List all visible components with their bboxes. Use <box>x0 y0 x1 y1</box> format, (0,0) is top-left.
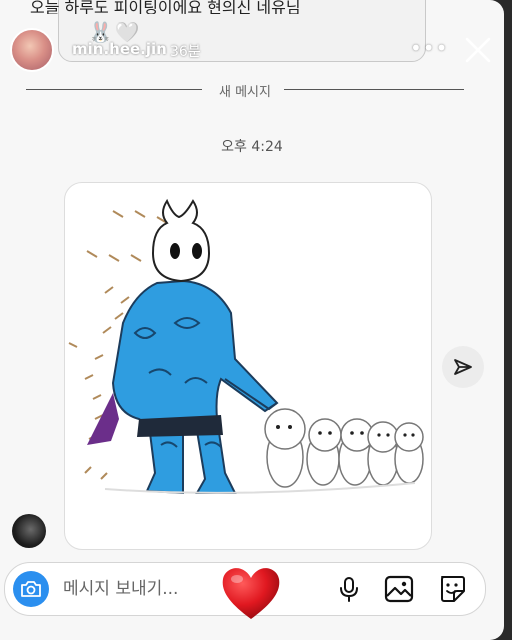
story-caption: 오늘 하루도 피이팅이에요 현의신 네유님 <box>30 0 301 14</box>
share-button[interactable] <box>442 346 484 388</box>
image-message[interactable] <box>64 182 432 550</box>
avatar[interactable] <box>10 28 54 72</box>
username[interactable]: min.hee.jin <box>72 40 167 58</box>
mic-button[interactable] <box>335 575 363 603</box>
time-ago: 36분 <box>170 44 201 60</box>
more-icon[interactable]: ••• <box>410 36 448 60</box>
sender-avatar[interactable] <box>12 514 46 548</box>
cape <box>87 393 119 445</box>
dm-screen: 오늘 하루도 피이팅이에요 현의신 네유님 🐰🤍 min.hee.jin 36분… <box>0 0 504 640</box>
heart-button[interactable] <box>219 563 283 623</box>
knight <box>111 198 279 495</box>
message-composer <box>4 562 486 619</box>
new-message-divider: 새 메시지 <box>26 80 464 100</box>
camera-button[interactable] <box>13 571 49 607</box>
camera-icon <box>21 581 41 597</box>
sticker-button[interactable] <box>437 574 467 604</box>
mic-icon <box>340 577 358 602</box>
heart-icon <box>222 568 280 619</box>
illustration-image <box>68 198 424 495</box>
close-icon[interactable] <box>462 34 494 66</box>
share-icon <box>454 359 472 375</box>
gallery-icon <box>384 575 414 603</box>
message-input[interactable] <box>63 577 223 601</box>
divider-label: 새 메시지 <box>219 85 271 100</box>
gallery-button[interactable] <box>383 574 415 604</box>
creature-line <box>264 408 424 488</box>
message-timestamp: 오후 4:24 <box>221 139 283 155</box>
sticker-icon <box>441 576 465 602</box>
